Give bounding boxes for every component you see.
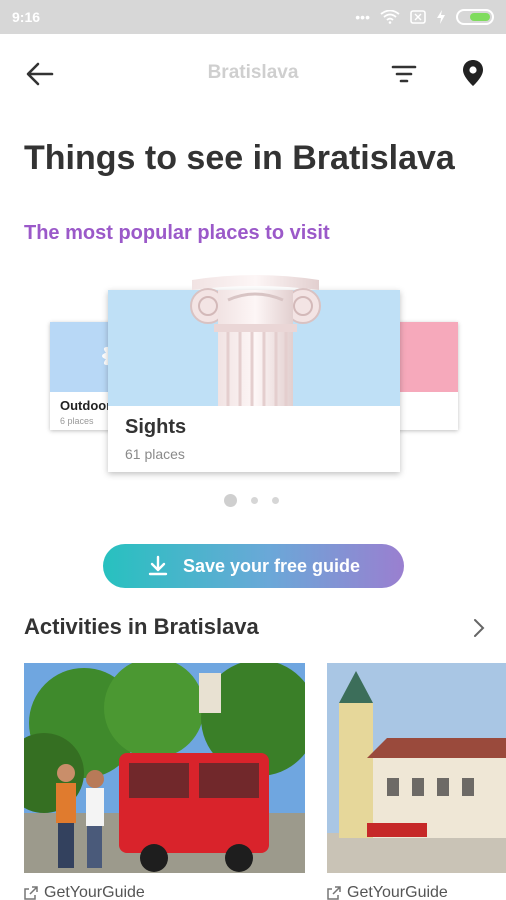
ionic-column-image	[190, 275, 321, 406]
filter-icon[interactable]	[390, 62, 418, 86]
status-icons: •••	[355, 9, 494, 25]
card-name: Sights	[125, 416, 187, 438]
toolbar: Bratislava	[0, 34, 506, 114]
activity-image-tour-train	[24, 663, 305, 873]
sim-icon	[410, 10, 426, 24]
wifi-icon	[380, 10, 400, 24]
activity-card[interactable]	[327, 663, 506, 878]
charging-icon	[437, 10, 445, 24]
external-link-icon	[327, 886, 341, 900]
external-link-icon	[24, 886, 38, 900]
category-card-sights[interactable]: Sights 61 places	[108, 275, 400, 472]
provider-name: GetYourGuide	[44, 884, 145, 900]
battery-icon	[456, 9, 494, 25]
toolbar-title: Bratislava	[207, 62, 299, 83]
pagination-dot[interactable]	[272, 497, 279, 504]
dots-icon: •••	[355, 9, 370, 25]
activity-card[interactable]	[24, 663, 305, 878]
carousel-pagination	[224, 494, 279, 507]
download-icon	[148, 555, 168, 576]
category-carousel[interactable]: Outdoors 6 places Sights 61 places	[0, 268, 506, 483]
location-pin-icon[interactable]	[460, 58, 486, 88]
provider-link[interactable]: GetYourGuide	[24, 884, 145, 900]
activities-title: Activities in Bratislava	[24, 614, 259, 639]
page-subtitle: The most popular places to visit	[24, 222, 330, 244]
save-guide-label: Save your free guide	[182, 555, 361, 576]
chevron-right-icon[interactable]	[470, 616, 488, 640]
card-count: 6 places	[60, 416, 94, 426]
status-bar: 9:16 •••	[0, 0, 506, 34]
card-count: 61 places	[125, 446, 185, 462]
activity-image-old-town-hall	[327, 663, 506, 873]
provider-link[interactable]: GetYourGuide	[327, 884, 448, 900]
pagination-dot[interactable]	[251, 497, 258, 504]
pagination-dot[interactable]	[224, 494, 237, 507]
page-title: Things to see in Bratislava	[24, 139, 455, 177]
status-time: 9:16	[12, 9, 41, 25]
save-guide-button[interactable]: Save your free guide	[103, 544, 404, 588]
provider-name: GetYourGuide	[347, 884, 448, 900]
